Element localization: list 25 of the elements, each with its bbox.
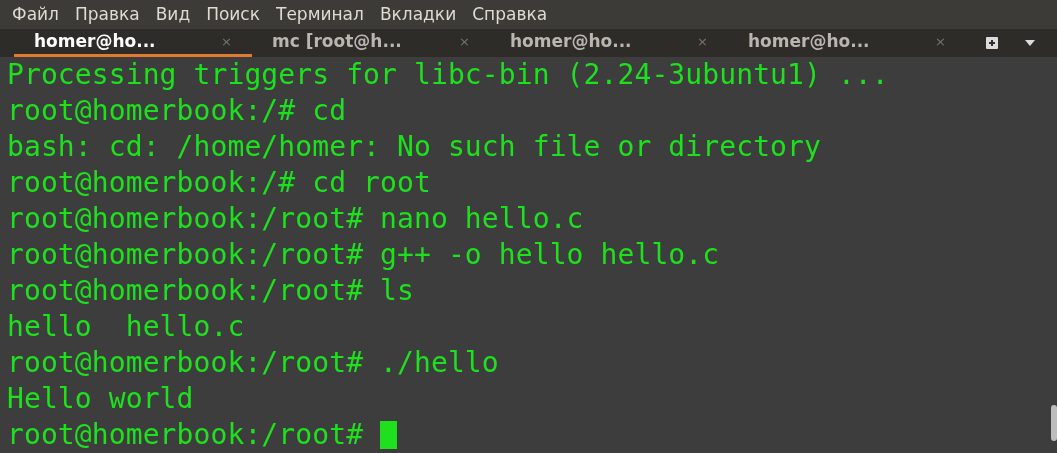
terminal-line: root@homerbook:/# cd [7, 93, 347, 129]
terminal-line: root@homerbook:/root# nano hello.c [7, 201, 584, 237]
menu-item[interactable]: Правка [74, 4, 140, 25]
terminal-line: Processing triggers for libc-bin (2.24-3ubuntu1) ... [7, 57, 889, 93]
menu-item[interactable]: Терминал [276, 4, 364, 25]
menu-item[interactable]: Справка [472, 4, 548, 25]
terminal-line: Hello world [7, 381, 194, 417]
terminal-line: root@homerbook:/# cd root [7, 165, 431, 201]
scrollbar-thumb[interactable] [1051, 405, 1057, 441]
menu-item[interactable]: Вид [155, 4, 191, 25]
new-tab-icon[interactable] [985, 35, 999, 50]
menu-item[interactable]: Вкладки [379, 4, 457, 25]
terminal-line: root@homerbook:/root# ls [7, 273, 414, 309]
terminal-line: root@homerbook:/root# ./hello [7, 345, 499, 381]
terminal-line: bash: cd: /home/homer: No such file or directory [7, 129, 821, 165]
terminal-line: root@homerbook:/root# g++ -o hello hello.c [7, 237, 720, 273]
terminal-line: root@homerbook:/root# [7, 417, 365, 453]
menu-item[interactable]: Файл [12, 4, 59, 25]
dropdown-caret-icon[interactable] [1025, 39, 1035, 46]
terminal-tab[interactable]: homer@ho... × [728, 28, 966, 57]
terminal-line: hello hello.c [7, 309, 245, 345]
terminal-tab[interactable]: mc [root@h... × [252, 28, 490, 57]
terminal-tab[interactable]: homer@ho... × [490, 28, 728, 57]
menu-item[interactable]: Поиск [206, 4, 260, 25]
terminal-tab[interactable]: homer@ho... × [14, 28, 252, 57]
